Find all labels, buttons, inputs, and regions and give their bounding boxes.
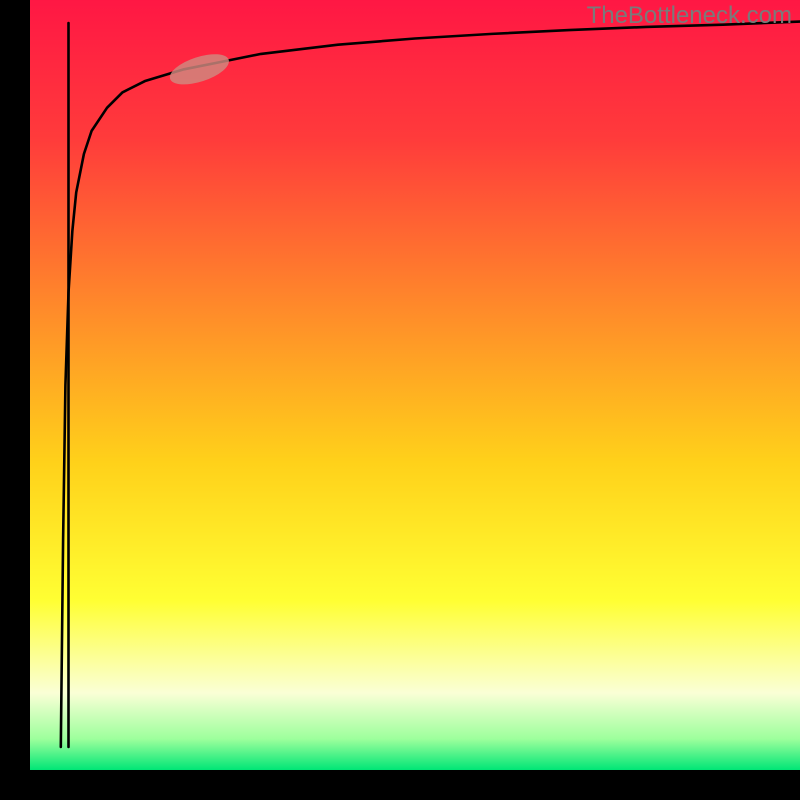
gradient-background — [30, 0, 800, 770]
watermark-text: TheBottleneck.com — [587, 2, 792, 30]
bottleneck-chart — [0, 0, 800, 800]
chart-container: TheBottleneck.com — [0, 0, 800, 800]
axis-left — [0, 0, 30, 800]
axis-bottom — [0, 770, 800, 800]
